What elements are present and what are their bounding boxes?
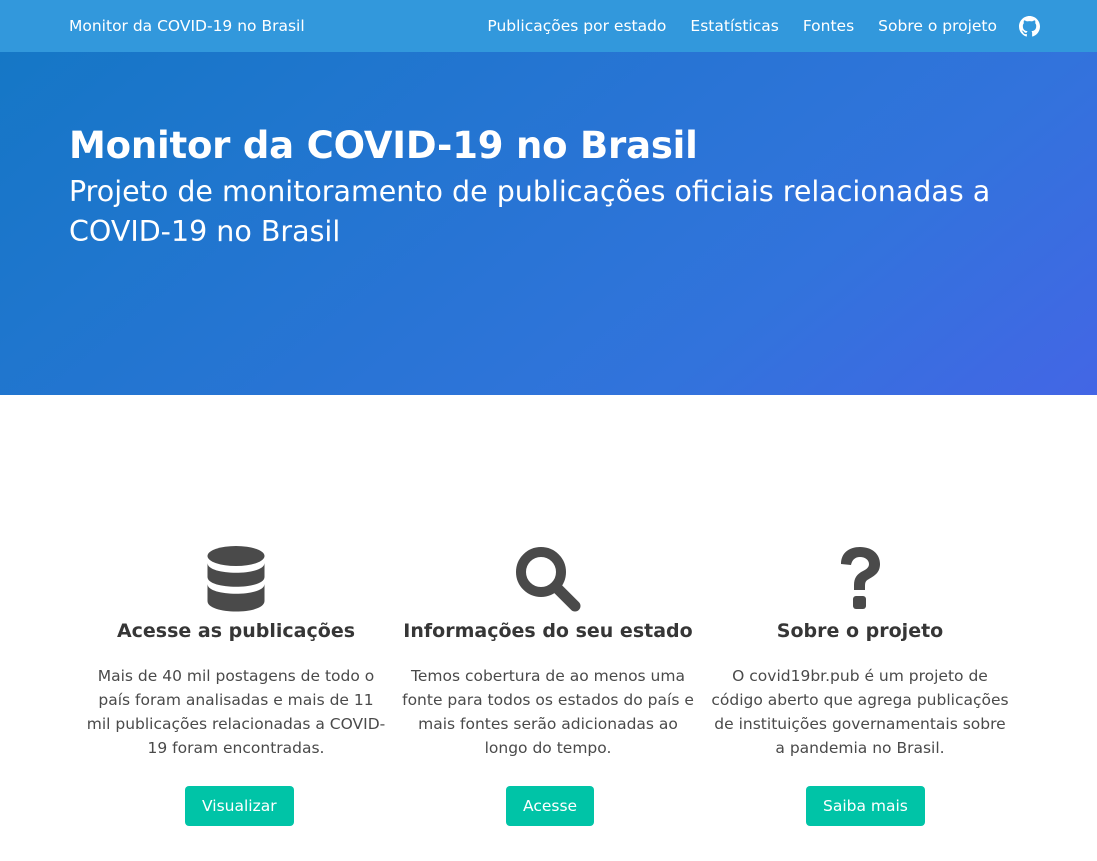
acesse-button[interactable]: Acesse: [506, 786, 595, 826]
hero: Monitor da COVID-19 no Brasil Projeto de…: [0, 52, 1097, 395]
feature-title: Acesse as publicações: [116, 620, 356, 642]
nav-link-publicacoes[interactable]: Publicações por estado: [487, 17, 666, 35]
feature-text: Mais de 40 mil postagens de todo o país …: [86, 667, 386, 757]
brand-link[interactable]: Monitor da COVID-19 no Brasil: [69, 0, 305, 52]
feature-title: Sobre o projeto: [776, 620, 944, 642]
saiba-mais-button[interactable]: Saiba mais: [806, 786, 925, 826]
navbar: Monitor da COVID-19 no Brasil Publicaçõe…: [0, 0, 1097, 52]
visualizar-button[interactable]: Visualizar: [185, 786, 294, 826]
search-icon: [398, 545, 698, 613]
hero-title: Monitor da COVID-19 no Brasil: [69, 124, 698, 167]
nav-link-fontes[interactable]: Fontes: [803, 17, 854, 35]
database-icon: [86, 545, 386, 613]
nav-links: Publicações por estado Estatísticas Font…: [487, 0, 1040, 52]
nav-link-sobre[interactable]: Sobre o projeto: [878, 17, 997, 35]
hero-subtitle: Projeto de monitoramento de publicações …: [69, 175, 991, 248]
github-icon: [1019, 15, 1040, 36]
feature-estado: Informações do seu estado Temos cobertur…: [398, 545, 698, 760]
feature-sobre: Sobre o projeto O covid19br.pub é um pro…: [710, 545, 1010, 760]
feature-text: O covid19br.pub é um projeto de código a…: [711, 667, 1009, 757]
question-icon: [710, 545, 1010, 613]
feature-title: Informações do seu estado: [403, 620, 693, 642]
nav-link-estatisticas[interactable]: Estatísticas: [690, 17, 778, 35]
feature-publicacoes: Acesse as publicações Mais de 40 mil pos…: [86, 545, 386, 760]
github-link[interactable]: [1019, 15, 1040, 37]
feature-text: Temos cobertura de ao menos uma fonte pa…: [402, 667, 694, 757]
